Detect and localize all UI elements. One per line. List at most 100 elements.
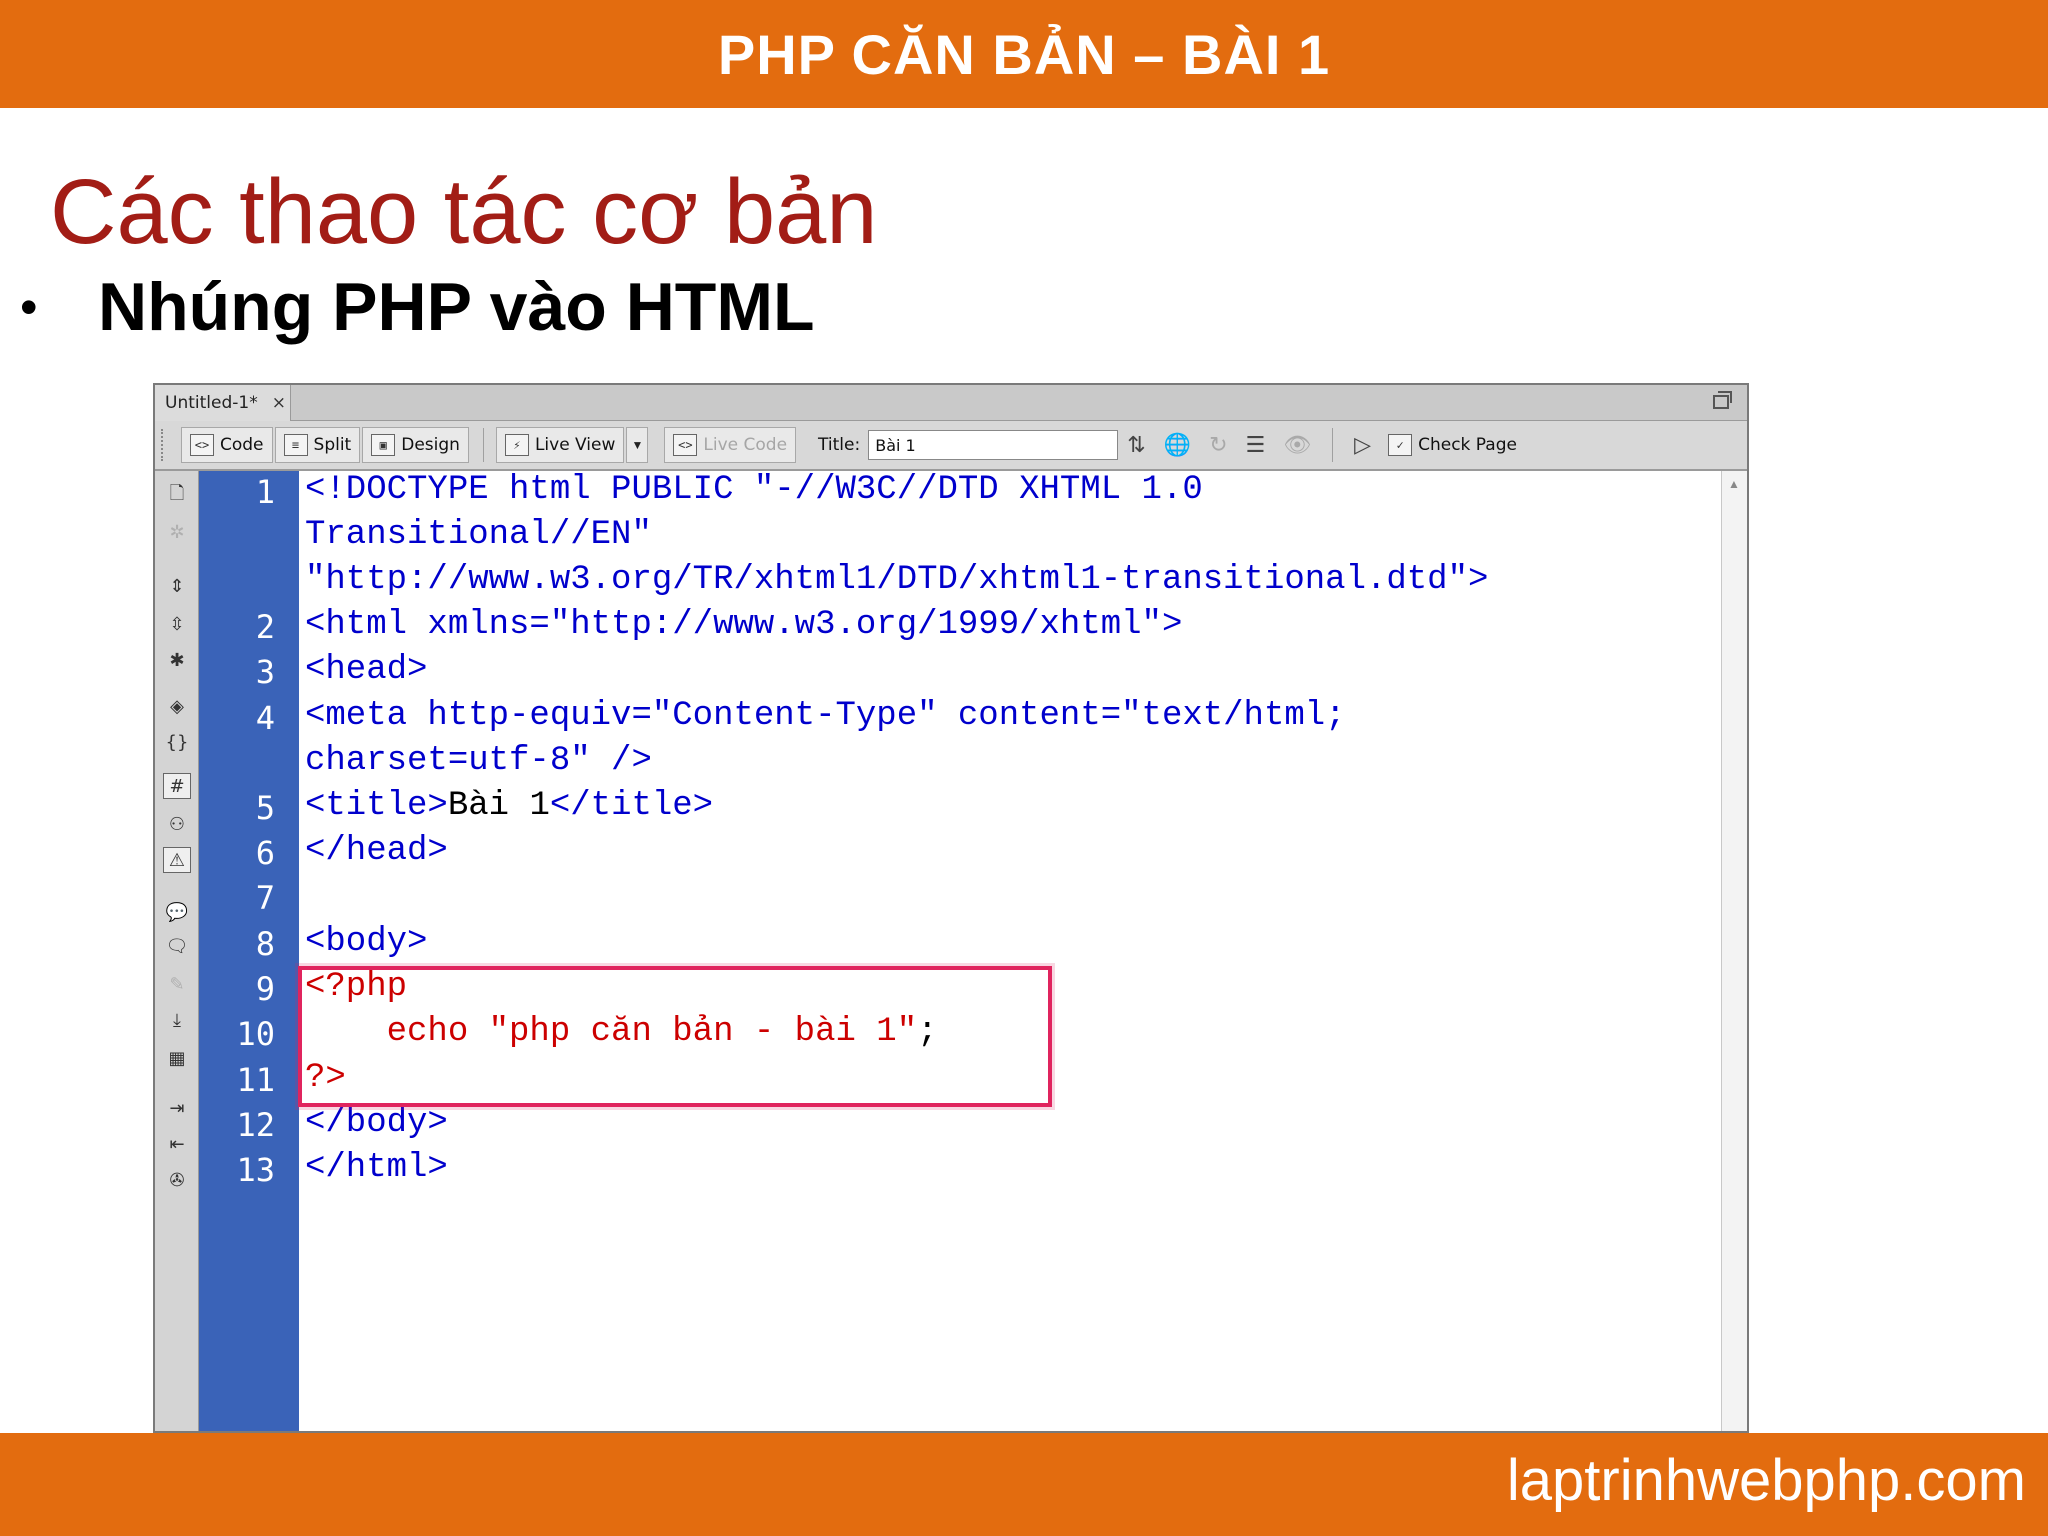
line-number: 11 xyxy=(236,1061,275,1099)
line-number: 5 xyxy=(255,789,275,827)
document-toolbar: <> Code ≡ Split ▣ Design ⚡ Live View ▼ <… xyxy=(155,421,1747,471)
toolbar-divider xyxy=(1332,428,1334,462)
line-number: 4 xyxy=(255,699,275,737)
vertical-scrollbar[interactable]: ▲ xyxy=(1721,471,1747,1431)
code-line-1: <!DOCTYPE html PUBLIC "-//W3C//DTD XHTML… xyxy=(305,471,1203,509)
move-css-icon[interactable]: ▦ xyxy=(163,1045,191,1071)
code-line-4-wrap: charset=utf-8" /> xyxy=(305,742,652,780)
expand-all-icon[interactable]: ✱ xyxy=(163,647,191,673)
statement-semicolon: ; xyxy=(917,1013,938,1051)
outdent-code-icon[interactable]: ⇤ xyxy=(163,1131,191,1157)
toolbar-grip-handle[interactable] xyxy=(161,429,167,461)
remove-comment-icon[interactable]: 🗨 xyxy=(163,933,191,959)
line-numbers-icon[interactable]: # xyxy=(163,773,191,799)
header-bar: PHP CĂN BẢN – BÀI 1 xyxy=(0,0,2048,108)
close-icon[interactable]: × xyxy=(272,393,286,413)
coding-toolbar: 🗋 ✲ ⇕ ⇳ ✱ ◈ {} # ⚇ ⚠ 💬 🗨 ✎ ⤓ ▦ ⇥ ⇤ ✇ xyxy=(155,471,199,1431)
line-number: 10 xyxy=(236,1015,275,1053)
code-line-6: </head> xyxy=(305,832,448,870)
line-number: 13 xyxy=(236,1151,275,1189)
document-tab-bar: Untitled-1* × xyxy=(155,385,1747,421)
title-close-tag: </title> xyxy=(549,787,714,825)
line-number-gutter: 1 2 3 4 5 6 7 8 9 10 11 12 13 xyxy=(199,471,299,1431)
open-documents-icon[interactable]: 🗋 xyxy=(163,483,191,509)
slide-heading: Các thao tác cơ bản xyxy=(50,161,878,263)
title-text: Bài 1 xyxy=(447,787,550,825)
document-tab-label: Untitled-1* xyxy=(165,393,258,413)
document-title-label: Title: xyxy=(818,435,861,455)
echo-statement: echo "php căn bản - bài 1" xyxy=(305,1013,918,1051)
apply-comment-icon[interactable]: 💬 xyxy=(163,899,191,925)
bullet-text: Nhúng PHP vào HTML xyxy=(98,269,815,345)
line-number: 3 xyxy=(255,653,275,691)
split-view-button[interactable]: ≡ Split xyxy=(274,427,361,463)
indent-code-icon[interactable]: ⇥ xyxy=(163,1095,191,1121)
file-management-icon[interactable]: ⇅ xyxy=(1127,433,1145,458)
code-line-2: <html xmlns="http://www.w3.org/1999/xhtm… xyxy=(305,606,1183,644)
title-open-tag: <title> xyxy=(305,787,448,825)
design-view-label: Design xyxy=(401,435,460,455)
balance-braces-icon[interactable]: {} xyxy=(163,729,191,755)
bullet-item: • Nhúng PHP vào HTML xyxy=(20,268,815,346)
live-view-label: Live View xyxy=(534,435,616,455)
code-line-1-wrap: Transitional//EN" xyxy=(305,516,652,554)
chevron-down-icon[interactable]: ▼ xyxy=(626,427,649,463)
live-code-button[interactable]: <> Live Code xyxy=(664,427,797,463)
code-line-10: echo "php căn bản - bài 1"; xyxy=(305,1013,938,1051)
code-text-area[interactable]: <!DOCTYPE html PUBLIC "-//W3C//DTD XHTML… xyxy=(299,471,1721,1431)
line-number: 7 xyxy=(255,879,275,917)
line-number: 2 xyxy=(255,608,275,646)
split-view-icon: ≡ xyxy=(283,434,308,456)
refresh-icon[interactable]: ↻ xyxy=(1209,433,1227,458)
line-number: 6 xyxy=(255,834,275,872)
scroll-up-arrow-icon[interactable]: ▲ xyxy=(1726,477,1742,491)
code-line-8: <body> xyxy=(305,923,428,961)
restore-window-icon[interactable] xyxy=(1713,391,1732,409)
design-view-button[interactable]: ▣ Design xyxy=(362,427,469,463)
collapse-selection-icon[interactable]: ⇳ xyxy=(163,611,191,637)
select-parent-tag-icon[interactable]: ◈ xyxy=(163,693,191,719)
split-view-label: Split xyxy=(313,435,352,455)
live-code-label: Live Code xyxy=(703,435,788,455)
footer-url: laptrinhwebphp.com xyxy=(1506,1448,2026,1513)
design-view-icon: ▣ xyxy=(371,434,396,456)
footer-bar: laptrinhwebphp.com xyxy=(0,1433,2048,1536)
preview-browser-icon[interactable]: 🌐 xyxy=(1164,433,1191,458)
visual-aids-icon[interactable]: 👁 xyxy=(1283,433,1311,458)
syntax-error-alerts-icon[interactable]: ⚠ xyxy=(163,847,191,873)
document-title-input[interactable] xyxy=(868,430,1119,460)
code-line-11: ?> xyxy=(305,1059,346,1097)
code-view-button[interactable]: <> Code xyxy=(181,427,273,463)
code-line-9: <?php xyxy=(305,968,408,1006)
recent-snippets-icon[interactable]: ⤓ xyxy=(163,1007,191,1033)
line-number: 12 xyxy=(236,1106,275,1144)
line-number: 9 xyxy=(255,970,275,1008)
live-code-icon: <> xyxy=(673,434,698,456)
validate-markup-icon[interactable]: ▷ xyxy=(1354,433,1371,458)
code-line-1-wrap: "http://www.w3.org/TR/xhtml1/DTD/xhtml1-… xyxy=(305,561,1489,599)
slide-header-title: PHP CĂN BẢN – BÀI 1 xyxy=(717,22,1331,86)
highlight-invalid-code-icon[interactable]: ⚇ xyxy=(163,811,191,837)
collapse-tag-icon[interactable]: ⇕ xyxy=(163,573,191,599)
wrap-tag-icon[interactable]: ✎ xyxy=(163,971,191,997)
show-code-navigator-icon[interactable]: ✲ xyxy=(163,519,191,545)
check-page-button[interactable]: ✓ Check Page xyxy=(1380,427,1525,463)
code-line-13: </html> xyxy=(305,1149,448,1187)
line-number: 1 xyxy=(255,473,275,511)
check-page-label: Check Page xyxy=(1418,435,1517,455)
code-view-icon: <> xyxy=(190,434,214,456)
live-view-button[interactable]: ⚡ Live View xyxy=(495,427,625,463)
code-editor-window: Untitled-1* × <> Code ≡ Split ▣ Design ⚡… xyxy=(153,383,1749,1433)
view-options-icon[interactable]: ☰ xyxy=(1246,433,1266,458)
code-line-3: <head> xyxy=(305,651,428,689)
live-view-icon: ⚡ xyxy=(504,434,529,456)
document-tab[interactable]: Untitled-1* × xyxy=(155,385,291,421)
code-view-label: Code xyxy=(220,435,264,455)
line-number: 8 xyxy=(255,925,275,963)
bullet-marker: • xyxy=(20,279,38,335)
code-line-5: <title>Bài 1</title> xyxy=(305,787,713,825)
toolbar-divider xyxy=(482,428,484,462)
format-source-code-icon[interactable]: ✇ xyxy=(163,1167,191,1193)
code-line-4: <meta http-equiv="Content-Type" content=… xyxy=(305,697,1346,735)
code-line-12: </body> xyxy=(305,1104,448,1142)
